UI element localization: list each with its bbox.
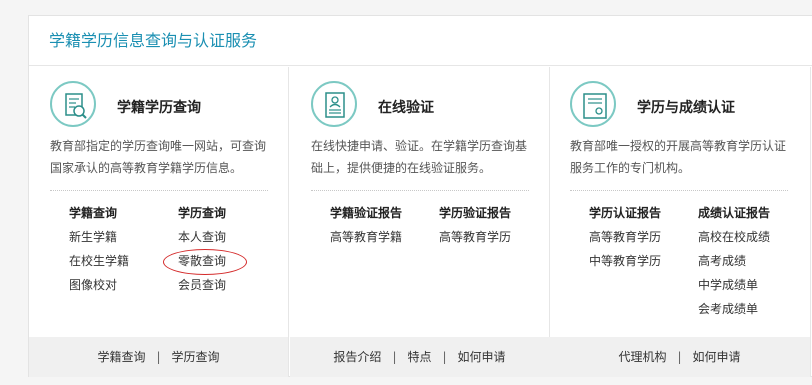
- column-description: 教育部指定的学历查询唯一网站，可查询国家承认的高等教育学籍学历信息。: [50, 139, 267, 175]
- link-secondary-ed-degree-cert[interactable]: 中等教育学历: [589, 253, 661, 269]
- column-footer: 学籍查询 | 学历查询: [29, 337, 288, 377]
- link-high-school-transcript[interactable]: 中学成绩单: [698, 277, 770, 293]
- footer-link-report-intro[interactable]: 报告介绍: [333, 350, 381, 364]
- group-head: 成绩认证报告: [698, 206, 771, 220]
- service-columns: 学籍学历查询 教育部指定的学历查询唯一网站，可查询国家承认的高等教育学籍学历信息…: [29, 67, 812, 377]
- column-degree-certification: 学历与成绩认证 教育部唯一授权的开展高等教育学历认证服务工作的专门机构。 学历认…: [549, 67, 811, 377]
- group-student-status-query: 学籍查询 新生学籍 在校生学籍 图像校对: [69, 205, 129, 301]
- column-footer: 报告介绍 | 特点 | 如何申请: [290, 337, 549, 377]
- group-head: 学历查询: [178, 206, 227, 220]
- group-degree-query: 学历查询 本人查询 零散查询 会员查询: [178, 205, 226, 301]
- link-higher-ed-student-status[interactable]: 高等教育学籍: [330, 229, 402, 245]
- column-title: 学历与成绩认证: [637, 100, 735, 116]
- link-photo-verification[interactable]: 图像校对: [69, 277, 129, 293]
- link-single-query[interactable]: 零散查询: [178, 253, 226, 269]
- footer-link-agencies[interactable]: 代理机构: [618, 350, 666, 364]
- group-head: 学籍验证报告: [330, 206, 403, 220]
- dotted-divider: [570, 190, 788, 191]
- separator: |: [677, 350, 682, 364]
- link-member-query[interactable]: 会员查询: [178, 277, 226, 293]
- footer-link-how-to-apply[interactable]: 如何申请: [458, 350, 506, 364]
- service-panel: 学籍学历信息查询与认证服务 学籍学历查询 教育部指定的学历查询唯一网站，可查询国…: [28, 15, 812, 377]
- link-self-query[interactable]: 本人查询: [178, 229, 226, 245]
- group-student-status-report: 学籍验证报告 高等教育学籍: [330, 205, 402, 253]
- group-degree-cert-report: 学历认证报告 高等教育学历 中等教育学历: [589, 205, 661, 277]
- link-proficiency-test-transcript[interactable]: 会考成绩单: [698, 301, 770, 317]
- report-search-icon: [50, 81, 96, 127]
- group-head: 学历认证报告: [589, 206, 662, 220]
- footer-link-how-to-apply[interactable]: 如何申请: [693, 350, 741, 364]
- link-new-student-status[interactable]: 新生学籍: [69, 229, 129, 245]
- footer-link-features[interactable]: 特点: [407, 350, 431, 364]
- separator: |: [392, 350, 397, 364]
- certificate-icon: [570, 81, 616, 127]
- column-title: 在线验证: [378, 100, 434, 116]
- column-online-verification: 在线验证 在线快捷申请、验证。在学籍学历查询基础上，提供便捷的在线验证服务。 学…: [290, 67, 550, 377]
- group-head: 学历验证报告: [439, 206, 512, 220]
- link-higher-ed-degree-cert[interactable]: 高等教育学历: [589, 229, 661, 245]
- panel-title: 学籍学历信息查询与认证服务: [29, 16, 812, 66]
- link-gaokao-scores[interactable]: 高考成绩: [698, 253, 770, 269]
- group-head: 学籍查询: [69, 206, 118, 220]
- footer-link-student-status-query[interactable]: 学籍查询: [97, 350, 145, 364]
- column-description: 在线快捷申请、验证。在学籍学历查询基础上，提供便捷的在线验证服务。: [311, 139, 528, 175]
- group-degree-report: 学历验证报告 高等教育学历: [439, 205, 511, 253]
- link-enrolled-student-status[interactable]: 在校生学籍: [69, 253, 129, 269]
- separator: |: [442, 350, 447, 364]
- column-degree-query: 学籍学历查询 教育部指定的学历查询唯一网站，可查询国家承认的高等教育学籍学历信息…: [29, 67, 289, 377]
- link-higher-ed-degree[interactable]: 高等教育学历: [439, 229, 511, 245]
- separator: |: [156, 350, 161, 364]
- dotted-divider: [311, 190, 529, 191]
- column-description: 教育部唯一授权的开展高等教育学历认证服务工作的专门机构。: [570, 139, 787, 175]
- id-document-icon: [311, 81, 357, 127]
- column-footer: 代理机构 | 如何申请: [549, 337, 810, 377]
- link-college-grades[interactable]: 高校在校成绩: [698, 229, 770, 245]
- dotted-divider: [50, 190, 268, 191]
- footer-link-degree-query[interactable]: 学历查询: [172, 350, 220, 364]
- column-title: 学籍学历查询: [117, 100, 201, 116]
- group-grade-cert-report: 成绩认证报告 高校在校成绩 高考成绩 中学成绩单 会考成绩单: [698, 205, 770, 325]
